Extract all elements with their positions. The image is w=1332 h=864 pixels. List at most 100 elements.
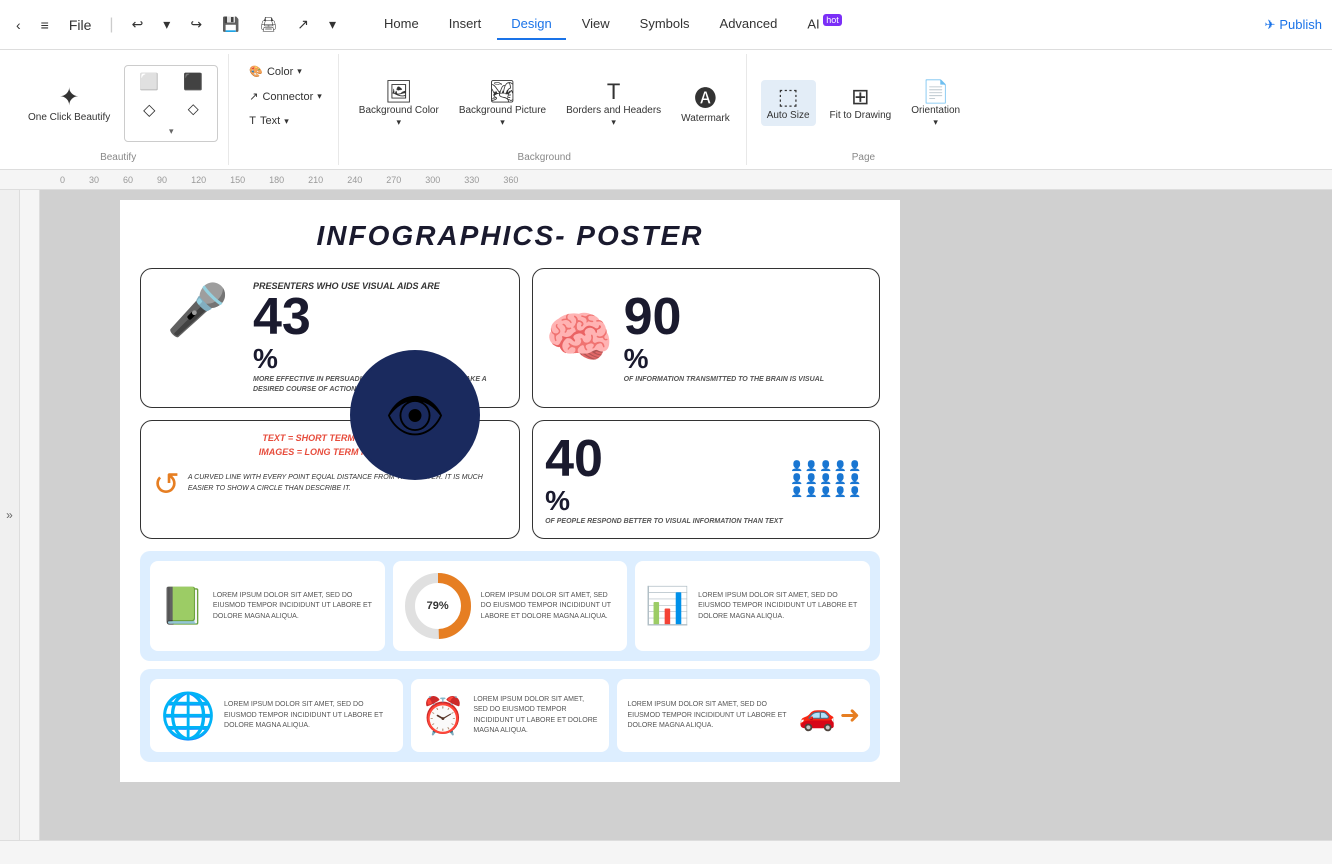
shape-btn-3[interactable]: ◇ xyxy=(129,98,169,122)
ruler-mark-4: 120 xyxy=(191,175,206,185)
donut-card: 79% LOREM IPSUM DOLOR SIT AMET, SED DO E… xyxy=(393,561,628,651)
person-5: 👤 xyxy=(849,461,861,472)
background-section-label: Background xyxy=(518,152,571,165)
car-icon: 🚗 xyxy=(799,698,836,733)
ruler-top: 0 30 60 90 120 150 180 210 240 270 300 3… xyxy=(0,170,1332,190)
publish-button[interactable]: ✈ Publish xyxy=(1264,17,1322,33)
table-icon: 📊 xyxy=(645,585,690,627)
ruler-mark-1: 30 xyxy=(89,175,99,185)
beautify-icon: ✦ xyxy=(59,83,79,112)
borders-icon: T xyxy=(607,79,620,105)
export-button[interactable]: ↗ xyxy=(291,12,315,37)
tab-symbols[interactable]: Symbols xyxy=(626,9,704,39)
sidebar-toggle[interactable]: » xyxy=(0,190,20,840)
watermark-label: Watermark xyxy=(681,113,730,125)
orientation-button[interactable]: 📄 Orientation ▾ xyxy=(905,75,966,132)
car-text: LOREM IPSUM DOLOR SIT AMET, SED DO EIUSM… xyxy=(627,700,790,732)
text-button[interactable]: T Text ▾ xyxy=(243,112,294,130)
back-button[interactable]: ‹ xyxy=(10,13,27,37)
publish-icon: ✈ xyxy=(1264,17,1275,33)
ribbon-beautify-section: ✦ One Click Beautify ⬜ ⬛ ◇ xyxy=(8,54,229,165)
background-picture-button[interactable]: 🏞 Background Picture ▾ xyxy=(453,75,552,132)
file-button[interactable]: File xyxy=(63,13,98,37)
person-6: 👤 xyxy=(791,474,803,485)
shape-icon-3: ◇ xyxy=(143,100,155,120)
color-button[interactable]: 🎨 Color ▾ xyxy=(243,62,308,81)
auto-size-button[interactable]: ⬚ Auto Size xyxy=(761,80,816,126)
refresh-icon: ↺ xyxy=(153,465,180,503)
person-2: 👤 xyxy=(805,461,817,472)
menu-button[interactable]: ≡ xyxy=(35,13,55,37)
one-click-beautify-button[interactable]: ✦ One Click Beautify xyxy=(18,79,120,128)
person-8: 👤 xyxy=(820,474,832,485)
ruler-mark-10: 300 xyxy=(425,175,440,185)
tab-home[interactable]: Home xyxy=(370,9,433,39)
borders-headers-button[interactable]: T Borders and Headers ▾ xyxy=(560,75,667,132)
stat90-percent: % xyxy=(624,343,824,375)
save-button[interactable]: 💾 xyxy=(216,12,245,37)
bg-color-label: Background Color xyxy=(359,105,439,117)
shape-more-btn[interactable]: ▾ xyxy=(129,126,213,137)
bg-color-icon: 🖼 xyxy=(385,79,413,105)
tab-advanced[interactable]: Advanced xyxy=(706,9,792,39)
connector-button[interactable]: ↗ Connector ▾ xyxy=(243,87,328,106)
ruler-mark-11: 330 xyxy=(464,175,479,185)
person-13: 👤 xyxy=(820,487,832,498)
people-grid: 👤 👤 👤 👤 👤 👤 👤 👤 👤 👤 👤 👤 👤 👤 xyxy=(791,461,861,498)
undo-dropdown[interactable]: ▾ xyxy=(157,12,176,37)
connector-label: Connector xyxy=(262,91,313,103)
ribbon: ✦ One Click Beautify ⬜ ⬛ ◇ xyxy=(0,50,1332,170)
tab-ai[interactable]: AI hot xyxy=(793,9,855,39)
ribbon-page-section: ⬚ Auto Size ⊞ Fit to Drawing 📄 Orientati… xyxy=(751,54,976,165)
ai-hot-badge: hot xyxy=(823,14,842,26)
watermark-button[interactable]: 🅐 Watermark xyxy=(675,77,736,129)
stat90-desc: Of information transmitted to the brain … xyxy=(624,375,824,385)
ribbon-format-section: 🎨 Color ▾ ↗ Connector ▾ T Text ▾ xyxy=(233,54,339,165)
ruler-mark-7: 210 xyxy=(308,175,323,185)
shape-btn-2[interactable]: ⬛ xyxy=(173,70,213,94)
tab-design[interactable]: Design xyxy=(497,9,565,39)
tab-view[interactable]: View xyxy=(568,9,624,39)
stat40-number: 40 xyxy=(545,430,603,488)
fit-drawing-button[interactable]: ⊞ Fit to Drawing xyxy=(824,80,898,126)
ruler-mark-9: 270 xyxy=(386,175,401,185)
bg-picture-icon: 🏞 xyxy=(489,79,517,105)
color-label: Color xyxy=(267,66,293,78)
network-text: LOREM IPSUM DOLOR SIT AMET, SED DO EIUSM… xyxy=(224,700,393,732)
shape-icon-1: ⬜ xyxy=(139,72,159,92)
network-icon: 🌐 xyxy=(160,689,216,742)
stat40-percent: % xyxy=(545,485,783,517)
clock-icon: ⏰ xyxy=(421,695,466,737)
ruler-left xyxy=(20,190,40,840)
shape-icon-4: ⬦ xyxy=(188,101,199,119)
text-label: Text xyxy=(260,115,280,127)
shape-icon-2: ⬛ xyxy=(183,72,203,92)
more-button[interactable]: ▾ xyxy=(323,12,342,37)
text-icon: T xyxy=(249,115,256,127)
undo-button[interactable]: ↩ xyxy=(126,12,150,37)
table-card: 📊 LOREM IPSUM DOLOR SIT AMET, SED DO EIU… xyxy=(635,561,870,651)
person-14: 👤 xyxy=(834,487,846,498)
arrow-icon: ➜ xyxy=(840,701,860,730)
background-color-button[interactable]: 🖼 Background Color ▾ xyxy=(353,75,445,132)
canvas-wrapper[interactable]: 👁 INFOGRAPHICS- POSTER 🎤 Presenters who … xyxy=(40,190,1332,840)
person-3: 👤 xyxy=(820,461,832,472)
shape-btn-4[interactable]: ⬦ xyxy=(173,98,213,122)
bottom-section-1: 📗 LOREM IPSUM DOLOR SIT AMET, SED DO EIU… xyxy=(140,551,880,661)
donut-text: LOREM IPSUM DOLOR SIT AMET, SED DO EIUSM… xyxy=(481,591,618,623)
person-10: 👤 xyxy=(849,474,861,485)
bottom-section-2: 🌐 LOREM IPSUM DOLOR SIT AMET, SED DO EIU… xyxy=(140,669,880,762)
ruler-mark-3: 90 xyxy=(157,175,167,185)
poster-top-row: 🎤 Presenters who use visual aids are 43 … xyxy=(140,268,880,408)
ruler-mark-5: 150 xyxy=(230,175,245,185)
shape-btn-1[interactable]: ⬜ xyxy=(129,70,169,94)
sidebar-toggle-icon: » xyxy=(6,508,13,522)
ruler-mark-12: 360 xyxy=(503,175,518,185)
canvas-area: » 👁 INFOGRAPHICS- POSTER 🎤 Presenters wh… xyxy=(0,190,1332,840)
redo-button[interactable]: ↪ xyxy=(184,12,208,37)
tab-insert[interactable]: Insert xyxy=(435,9,496,39)
stat40-desc: Of people respond better to visual infor… xyxy=(545,517,783,527)
print-button[interactable]: 🖨 xyxy=(254,12,284,37)
presenter-icon: 🎤 xyxy=(167,281,229,340)
stat43-number: 43 xyxy=(253,291,311,343)
